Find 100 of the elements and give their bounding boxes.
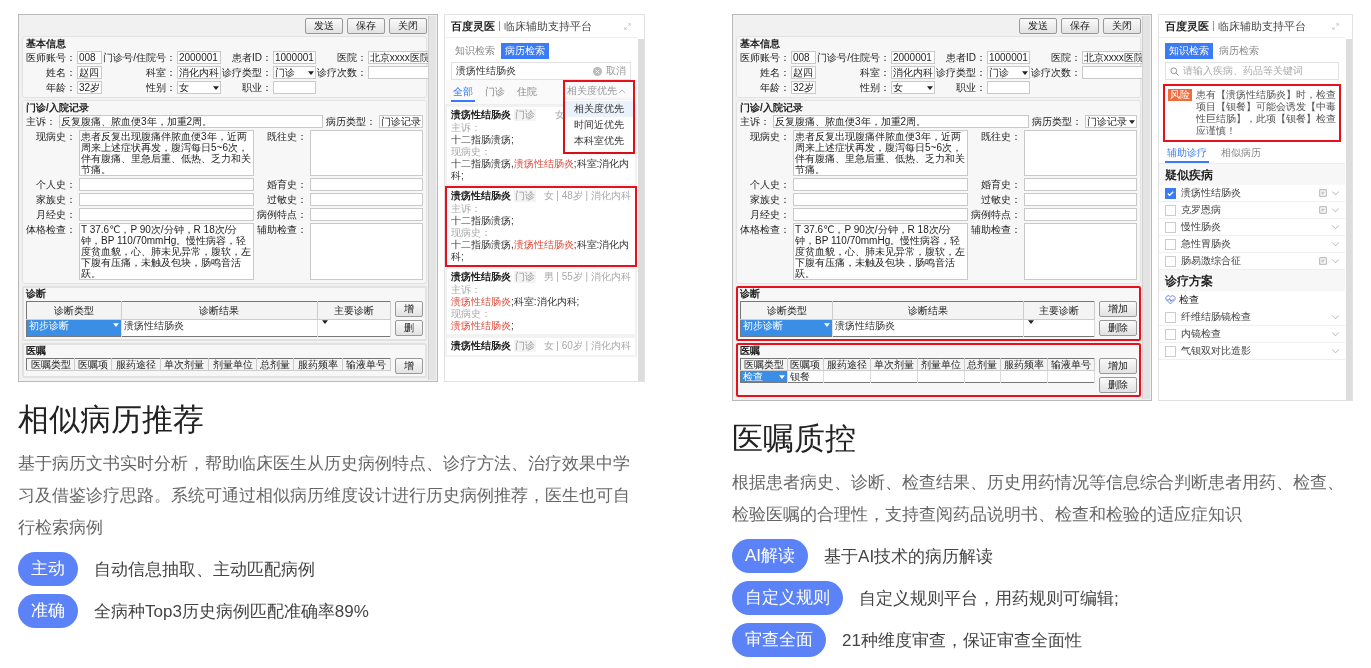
chevron-icon[interactable] xyxy=(1332,224,1339,230)
text-area[interactable] xyxy=(310,208,423,221)
table-button[interactable]: 删除 xyxy=(1099,377,1137,393)
text-field[interactable] xyxy=(986,81,1030,94)
document-icon[interactable] xyxy=(1319,189,1327,197)
scrollbar[interactable] xyxy=(638,39,644,381)
form-button[interactable]: 保存 xyxy=(1061,18,1099,34)
chevron-icon[interactable] xyxy=(1332,331,1339,337)
text-field[interactable]: 消化内科 xyxy=(176,66,221,79)
text-area[interactable]: 患者反复出现腹痛伴脓血便3年，近两周来上述症状再发，腹泻每日5~6次，伴有腹痛、里急后重、低热、乏力和关节痛。 xyxy=(79,130,255,176)
checkbox[interactable] xyxy=(1165,187,1176,199)
text-area[interactable] xyxy=(310,130,423,176)
tab[interactable]: 病历检索 xyxy=(501,43,549,59)
table-button[interactable]: 删除 xyxy=(1099,320,1137,336)
checkbox[interactable] xyxy=(1165,221,1176,233)
caret-icon xyxy=(926,85,933,90)
text-area[interactable] xyxy=(1024,208,1137,221)
dropdown-field[interactable]: 门诊 xyxy=(272,66,316,79)
expand-icon[interactable] xyxy=(1332,22,1339,30)
tab[interactable]: 病历检索 xyxy=(1215,43,1263,59)
text-area[interactable]: 患者反复出现腹痛伴脓血便3年，近两周来上述症状再发，腹泻每日5~6次，伴有腹痛、里急后重、低热、乏力和关节痛。 xyxy=(793,130,969,176)
result-card[interactable]: 溃疡性结肠炎 门诊 女 | 60岁 | 消化内科 xyxy=(445,336,637,357)
menu-option[interactable]: 相关度优先 xyxy=(565,101,633,117)
dropdown-field[interactable]: 门诊记录 xyxy=(1085,115,1137,128)
chevron-icon[interactable] xyxy=(1332,207,1339,213)
chevron-icon[interactable] xyxy=(1332,190,1339,196)
dropdown-field[interactable]: 女 xyxy=(890,81,935,94)
table-button[interactable]: 增 xyxy=(395,301,423,317)
text-field[interactable]: 1000001 xyxy=(986,51,1030,64)
text-field[interactable]: 2000001 xyxy=(176,51,221,64)
table-button[interactable]: 增加 xyxy=(1099,301,1137,317)
form-button[interactable]: 发送 xyxy=(1019,18,1057,34)
text-field[interactable]: 2000001 xyxy=(890,51,935,64)
search-field[interactable]: 溃疡性结肠炎 取消 xyxy=(451,62,631,80)
text-area[interactable] xyxy=(1024,223,1137,280)
form-button[interactable]: 关闭 xyxy=(389,18,427,34)
text-area[interactable] xyxy=(1024,178,1137,191)
text-field[interactable]: 32岁 xyxy=(791,81,817,94)
text-field[interactable]: 反复腹痛、脓血便3年，加重2周。 xyxy=(773,115,1029,128)
text-area[interactable] xyxy=(79,178,255,191)
text-area[interactable] xyxy=(310,223,423,280)
text-area[interactable] xyxy=(79,208,255,221)
text-field[interactable]: 008 xyxy=(77,51,103,64)
checkbox[interactable] xyxy=(1165,204,1176,216)
chevron-icon[interactable] xyxy=(1332,348,1339,354)
scrollbar[interactable] xyxy=(428,16,436,380)
expand-icon[interactable] xyxy=(624,22,631,30)
dropdown-field[interactable]: 门诊 xyxy=(986,66,1030,79)
text-field[interactable] xyxy=(272,81,316,94)
chevron-icon[interactable] xyxy=(1332,241,1339,247)
form-button[interactable]: 保存 xyxy=(347,18,385,34)
text-field[interactable]: 008 xyxy=(791,51,817,64)
tab[interactable]: 知识检索 xyxy=(451,43,499,59)
text-area[interactable] xyxy=(310,193,423,206)
dropdown-field[interactable]: 女 xyxy=(176,81,221,94)
menu-option[interactable]: 时间近优先 xyxy=(565,117,633,133)
text-area[interactable]: T 37.6℃，P 90次/分钟，R 18次/分钟，BP 110/70mmHg。慢性病容，轻度贫血貌，心、肺未见异常，腹软，左下腹有压痛，未触及包块，肠鸣音活跃。 xyxy=(793,223,969,280)
text-area[interactable] xyxy=(1024,193,1137,206)
form-button[interactable]: 发送 xyxy=(305,18,343,34)
text-area[interactable] xyxy=(1024,130,1137,176)
document-icon[interactable] xyxy=(1319,206,1327,214)
chevron-icon[interactable] xyxy=(1332,258,1339,264)
table-button[interactable]: 增加 xyxy=(1099,358,1137,374)
filter-tab[interactable]: 门诊 xyxy=(483,84,507,102)
form-button[interactable]: 关闭 xyxy=(1103,18,1141,34)
filter-tab[interactable]: 全部 xyxy=(451,84,475,102)
result-card[interactable]: 溃疡性结肠炎 门诊 男 | 55岁 | 消化内科 主诉： 溃疡性结肠炎;科室:消化内科; 现病史： 溃疡性结肠炎; xyxy=(445,267,637,336)
text-area[interactable] xyxy=(310,178,423,191)
checkbox[interactable] xyxy=(1165,328,1176,340)
table-button[interactable]: 删 xyxy=(395,320,423,336)
scrollbar[interactable] xyxy=(1346,39,1352,400)
tag: 门诊 xyxy=(514,109,536,121)
text-field[interactable]: 1000001 xyxy=(272,51,316,64)
checkbox[interactable] xyxy=(1165,311,1176,323)
text-area[interactable] xyxy=(793,193,969,206)
chevron-icon[interactable] xyxy=(1332,314,1339,320)
text-area[interactable] xyxy=(79,193,255,206)
clear-icon[interactable] xyxy=(593,66,602,76)
checkbox[interactable] xyxy=(1165,255,1176,267)
text-field[interactable]: 赵四 xyxy=(791,66,817,79)
document-icon[interactable] xyxy=(1319,257,1327,265)
checkbox[interactable] xyxy=(1165,238,1176,250)
scrollbar[interactable] xyxy=(1142,16,1150,399)
checkbox[interactable] xyxy=(1165,345,1176,357)
search-field[interactable]: 请输入疾病、药品等关键词 xyxy=(1165,62,1339,80)
text-field[interactable]: 反复腹痛、脓血便3年，加重2周。 xyxy=(59,115,323,128)
filter-tab[interactable]: 住院 xyxy=(515,84,539,102)
table-button[interactable]: 增 xyxy=(395,358,423,374)
tab[interactable]: 相似病历 xyxy=(1219,145,1263,163)
result-card[interactable]: 溃疡性结肠炎 门诊 女 | 48岁 | 消化内科 主诉： 十二指肠溃疡; 现病史： 十二指肠溃疡,溃疡性结肠炎;科室:消化内科; xyxy=(445,186,637,267)
tab[interactable]: 知识检索 xyxy=(1165,43,1213,59)
text-field[interactable]: 赵四 xyxy=(77,66,103,79)
text-area[interactable] xyxy=(793,178,969,191)
text-field[interactable]: 门诊记录 xyxy=(379,115,423,128)
text-area[interactable]: T 37.6℃，P 90次/分钟，R 18次/分钟，BP 110/70mmHg。慢性病容，轻度贫血貌，心、肺未见异常，腹软，左下腹有压痛，未触及包块，肠鸣音活跃。 xyxy=(79,223,255,280)
text-area[interactable] xyxy=(793,208,969,221)
field-label: 现病史： xyxy=(35,130,76,142)
text-field[interactable]: 32岁 xyxy=(77,81,103,94)
menu-option[interactable]: 本科室优先 xyxy=(565,133,633,149)
text-field[interactable]: 消化内科 xyxy=(890,66,935,79)
